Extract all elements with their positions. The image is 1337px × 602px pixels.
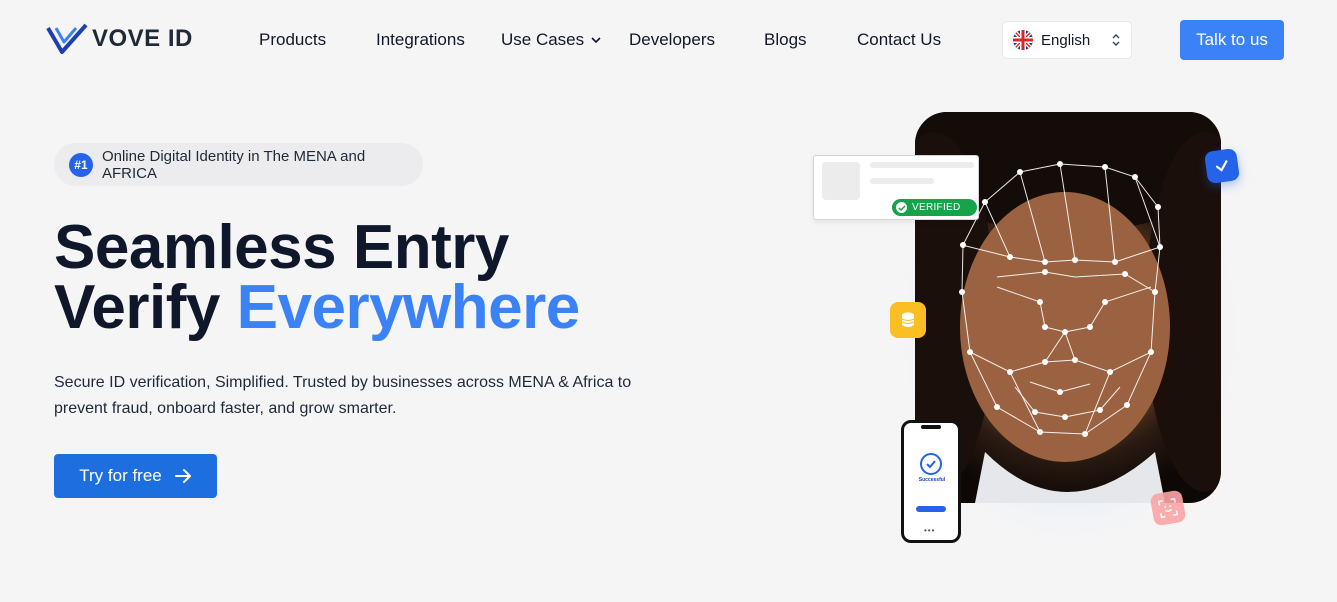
language-select[interactable]: English: [1002, 21, 1132, 59]
arrow-right-icon: [174, 469, 191, 483]
badge-text: Online Digital Identity in The MENA and …: [101, 147, 366, 182]
badge-number: #1: [69, 152, 93, 177]
hero-headline: Seamless Entry Verify Everywhere: [54, 217, 580, 339]
phone-status-text: Successful: [918, 477, 946, 483]
headline-line-1: Seamless Entry: [54, 213, 509, 282]
phone-button: [916, 506, 946, 512]
check-icon: [896, 202, 907, 213]
try-for-free-button[interactable]: Try for free: [54, 454, 217, 498]
phone-mockup: Successful •••: [901, 420, 961, 543]
verified-label: VERIFIED: [912, 202, 961, 213]
phone-notch: [921, 425, 941, 429]
nav-integrations[interactable]: Integrations: [376, 30, 465, 50]
select-arrows-icon: [1112, 34, 1120, 46]
try-for-free-label: Try for free: [79, 466, 162, 485]
verification-line: [870, 162, 974, 168]
database-icon: [890, 302, 926, 338]
verification-line: [870, 178, 934, 184]
nav-use-cases-label: Use Cases: [501, 30, 585, 49]
chevron-down-icon: [591, 37, 601, 44]
talk-to-us-button[interactable]: Talk to us: [1180, 20, 1284, 60]
logo[interactable]: VOVE ID: [46, 22, 193, 56]
nav-blogs[interactable]: Blogs: [764, 30, 807, 50]
headline-line-2a: Verify: [54, 273, 237, 342]
hero-illustration: VERIFIED Successful •••: [800, 100, 1260, 560]
uk-flag-icon: [1013, 30, 1033, 50]
site-header: VOVE ID Products Integrations Use Cases …: [0, 0, 1337, 80]
verified-badge: VERIFIED: [892, 199, 977, 216]
phone-dots: •••: [924, 526, 936, 535]
headline-accent: Everywhere: [236, 273, 581, 342]
face-scan-icon: [1149, 489, 1187, 527]
logo-text: VOVE ID: [92, 25, 193, 52]
nav-contact-us[interactable]: Contact Us: [857, 30, 941, 50]
logo-mark-icon: [46, 23, 88, 54]
nav-developers[interactable]: Developers: [629, 30, 715, 50]
nav-use-cases[interactable]: Use Cases: [501, 30, 602, 50]
ranking-badge: #1 Online Digital Identity in The MENA a…: [54, 143, 423, 186]
check-icon: [1203, 147, 1241, 185]
hero-subtext: Secure ID verification, Simplified. Trus…: [54, 374, 632, 417]
check-icon: [920, 453, 942, 475]
verification-card: VERIFIED: [813, 155, 979, 220]
verification-avatar-placeholder: [822, 162, 860, 200]
nav-products[interactable]: Products: [259, 30, 326, 50]
language-label: English: [1041, 31, 1091, 49]
